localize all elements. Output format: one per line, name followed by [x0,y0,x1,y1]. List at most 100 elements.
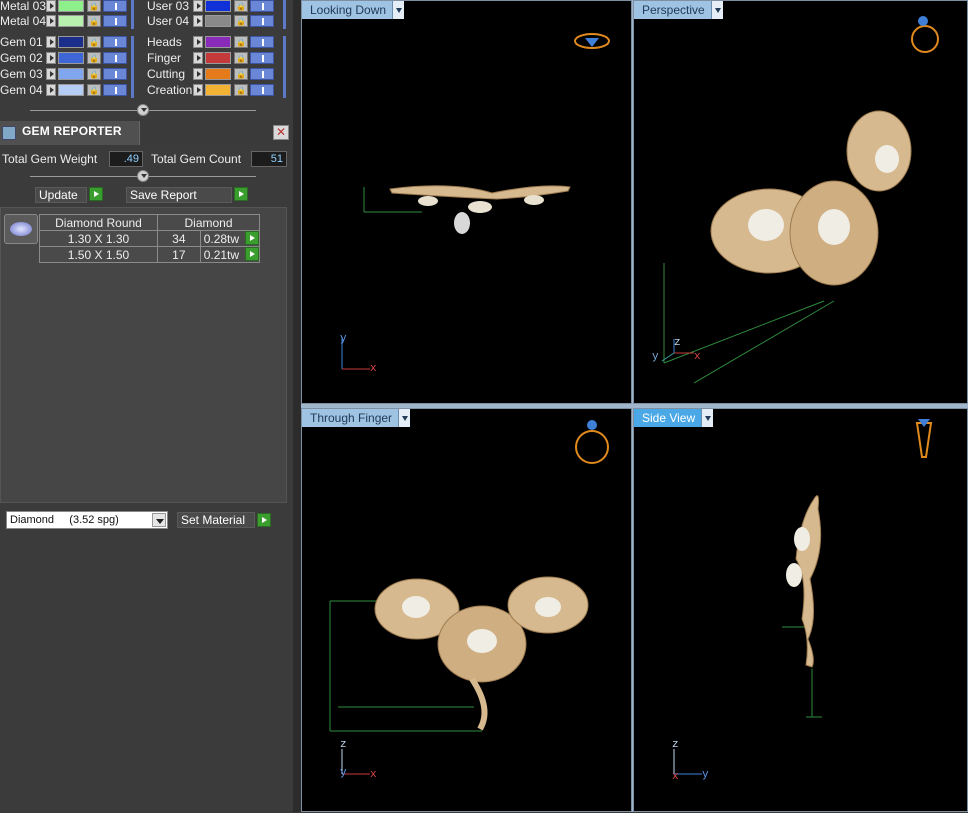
update-button[interactable]: Update [35,187,87,203]
layer-row-heads[interactable]: Heads 🔒 [147,34,274,50]
lock-icon[interactable]: 🔒 [234,68,248,80]
gem-reporter-tab[interactable]: GEM REPORTER [0,121,140,145]
lock-icon[interactable]: 🔒 [234,52,248,64]
lock-icon[interactable]: 🔒 [87,36,101,48]
layer-color-swatch[interactable] [205,0,231,12]
viewport-side-view[interactable]: z x y Side View [633,408,968,812]
layer-expand-arrow-icon[interactable] [46,68,56,80]
chevron-down-icon[interactable] [710,1,723,19]
chevron-down-icon[interactable] [152,513,166,527]
layer-row-gem-04[interactable]: Gem 04 🔒 [0,82,127,98]
chevron-down-icon[interactable] [701,409,714,427]
table-row[interactable]: 1.30 X 1.30 34 0.28tw [39,230,261,247]
layer-group-bar [131,0,134,29]
layer-color-swatch[interactable] [58,52,84,64]
material-select[interactable]: Diamond (3.52 spg) [6,511,168,529]
layer-row-metal-03[interactable]: Metal 03 🔒 [0,0,127,14]
layer-color-swatch[interactable] [205,68,231,80]
chevron-down-icon[interactable] [398,409,411,427]
layer-color-swatch[interactable] [58,0,84,12]
lock-icon[interactable]: 🔒 [234,15,248,27]
layer-color-swatch[interactable] [58,36,84,48]
diamond-round-icon[interactable] [4,214,38,244]
set-material-button[interactable]: Set Material [177,512,255,528]
layer-color-swatch[interactable] [58,68,84,80]
layer-color-swatch[interactable] [205,52,231,64]
ring-icon[interactable] [575,430,609,464]
layer-color-swatch[interactable] [205,84,231,96]
visibility-toggle[interactable] [250,0,274,12]
visibility-toggle[interactable] [103,68,127,80]
layer-expand-arrow-icon[interactable] [46,84,56,96]
layer-expand-arrow-icon[interactable] [193,84,203,96]
layer-expand-arrow-icon[interactable] [193,52,203,64]
layer-expand-arrow-icon[interactable] [46,0,56,12]
lock-icon[interactable]: 🔒 [234,36,248,48]
lock-icon[interactable]: 🔒 [234,0,248,12]
layer-row-metal-04[interactable]: Metal 04 🔒 [0,13,127,29]
tab-side-view[interactable]: Side View [634,409,714,427]
lock-icon[interactable]: 🔒 [234,84,248,96]
layer-row-cutting[interactable]: Cutting 🔒 [147,66,274,82]
tab-through-finger[interactable]: Through Finger [302,409,411,427]
update-go-icon[interactable] [89,187,103,201]
tab-looking-down[interactable]: Looking Down [302,1,405,19]
close-icon[interactable]: ✕ [273,125,289,140]
layer-color-swatch[interactable] [58,84,84,96]
gem-row-select-icon[interactable] [245,247,259,261]
ring-side-icon[interactable] [915,422,933,458]
visibility-toggle[interactable] [103,15,127,27]
layer-color-swatch[interactable] [205,15,231,27]
visibility-toggle[interactable] [103,84,127,96]
set-material-go-icon[interactable] [257,513,271,527]
visibility-toggle[interactable] [103,0,127,12]
layer-color-swatch[interactable] [58,15,84,27]
visibility-toggle[interactable] [250,52,274,64]
layer-expand-arrow-icon[interactable] [193,68,203,80]
viewport-canvas[interactable]: z y x [302,409,633,813]
chevron-down-icon[interactable] [392,1,405,19]
tab-perspective[interactable]: Perspective [634,1,723,19]
viewport-through-finger[interactable]: z y x Through Finger [301,408,632,812]
layer-row-user-04[interactable]: User 04 🔒 [147,13,274,29]
layer-row-gem-03[interactable]: Gem 03 🔒 [0,66,127,82]
layer-expand-arrow-icon[interactable] [193,36,203,48]
layer-expand-arrow-icon[interactable] [193,0,203,12]
layer-row-gem-02[interactable]: Gem 02 🔒 [0,50,127,66]
viewport-canvas[interactable]: y x [302,1,633,405]
visibility-toggle[interactable] [103,52,127,64]
ring-icon[interactable] [911,25,939,53]
layer-expand-arrow-icon[interactable] [46,15,56,27]
visibility-toggle[interactable] [250,68,274,80]
collapse-panel-icon[interactable] [137,170,149,182]
save-report-button[interactable]: Save Report [126,187,232,203]
lock-icon[interactable]: 🔒 [87,0,101,12]
layer-expand-arrow-icon[interactable] [46,36,56,48]
visibility-toggle[interactable] [250,15,274,27]
visibility-toggle[interactable] [250,36,274,48]
viewport-canvas[interactable]: z x y [634,409,968,813]
lock-icon[interactable]: 🔒 [87,52,101,64]
table-row[interactable]: 1.50 X 1.50 17 0.21tw [39,246,261,263]
layer-row-finger[interactable]: Finger 🔒 [147,50,274,66]
layer-expand-arrow-icon[interactable] [46,52,56,64]
collapse-panel-icon[interactable] [137,104,149,116]
visibility-toggle[interactable] [250,84,274,96]
layer-name: User 03 [147,0,190,13]
save-report-go-icon[interactable] [234,187,248,201]
viewport-canvas[interactable]: y z x [634,1,968,405]
layer-expand-arrow-icon[interactable] [193,15,203,27]
lock-icon[interactable]: 🔒 [87,84,101,96]
layer-row-user-03[interactable]: User 03 🔒 [147,0,274,14]
viewport-perspective[interactable]: y z x Perspective [633,0,968,404]
lock-icon[interactable]: 🔒 [87,68,101,80]
layer-row-gem-01[interactable]: Gem 01 🔒 [0,34,127,50]
gem-row-select-icon[interactable] [245,231,259,245]
layer-name: Gem 04 [0,83,43,97]
viewport-looking-down[interactable]: y x Looking Down [301,0,632,404]
lock-icon[interactable]: 🔒 [87,15,101,27]
layer-color-swatch[interactable] [205,36,231,48]
panel-divider[interactable] [293,0,301,812]
visibility-toggle[interactable] [103,36,127,48]
layer-row-creation[interactable]: Creation 🔒 [147,82,274,98]
